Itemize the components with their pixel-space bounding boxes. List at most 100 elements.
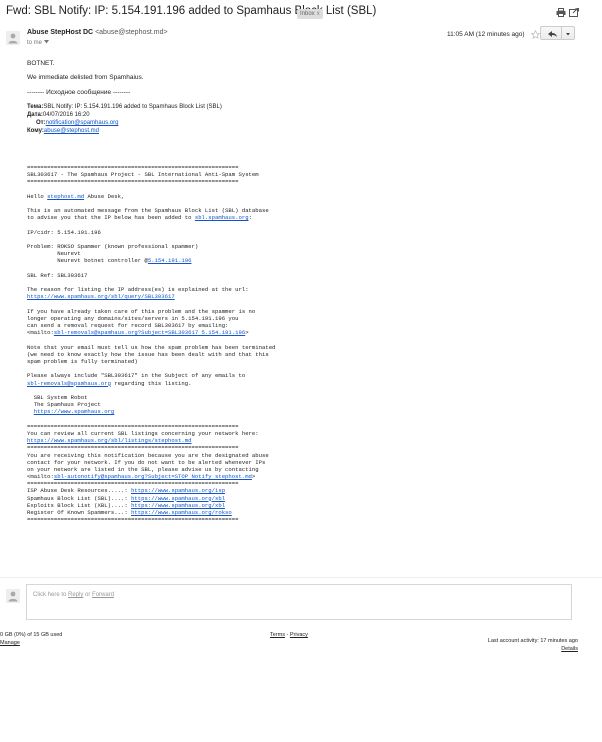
report-text: ========================================…: [27, 444, 239, 452]
report-text: You can review all current SBL listings …: [27, 429, 259, 437]
report-text: Neurevt: [27, 250, 81, 258]
privacy-link[interactable]: Privacy: [290, 632, 308, 638]
report-line: [27, 200, 327, 207]
chevron-down-icon: [566, 33, 570, 36]
forwarded-to-link[interactable]: abuse@stephost.md: [44, 128, 99, 134]
report-link[interactable]: sbl-autonotify@spamhaus.org?Subject=STOP…: [54, 473, 252, 480]
report-line: Problem: ROKSO Spammer (known profession…: [27, 243, 327, 250]
person-icon: [8, 33, 18, 44]
report-line: <mailto:sbl-autonotify@spamhaus.org?Subj…: [27, 473, 327, 480]
report-text: Spamhaus Block List (SBL)....:: [27, 494, 132, 502]
report-line: Register Of Known Spammers...: https://w…: [27, 509, 327, 516]
report-text: longer operating any domains/sites/serve…: [27, 314, 239, 322]
report-link[interactable]: sbl-removals@spamhaus.org: [27, 380, 111, 387]
report-text: Exploits Block List (XBL)....:: [27, 501, 132, 509]
forwarded-subject-label: Тема:: [27, 104, 44, 110]
report-line: You can review all current SBL listings …: [27, 430, 327, 437]
report-link[interactable]: https://www.spamhaus.org/xbl: [131, 502, 225, 509]
spamhaus-report: ========================================…: [27, 164, 327, 523]
report-text: to advise you that the IP below has been…: [27, 214, 195, 222]
more-actions-button[interactable]: [561, 26, 575, 40]
reply-link[interactable]: Reply: [68, 592, 83, 598]
report-link[interactable]: https://www.spamhaus.org/rokso: [131, 509, 232, 516]
report-text: This is an automated message from the Sp…: [27, 207, 269, 215]
report-text: >: [245, 329, 249, 337]
details-caret-icon[interactable]: [43, 40, 49, 44]
forward-link[interactable]: Forward: [92, 592, 114, 598]
intro-line: We immediate delisted from Spamhaius.: [27, 74, 144, 81]
forwarded-from-line: От:notification@spamhaus.org: [36, 120, 118, 126]
report-line: Spamhaus Block List (SBL)....: https://w…: [27, 495, 327, 502]
report-text: ========================================…: [27, 164, 239, 171]
reply-hint-prefix: Click here to: [33, 592, 69, 598]
report-line: This is an automated message from the Sp…: [27, 207, 327, 214]
reply-arrow-icon: [548, 31, 557, 37]
report-text: Note that your email must tell us how th…: [27, 343, 276, 351]
divider: [0, 577, 602, 578]
report-link[interactable]: https://www.spamhaus.org/isp: [131, 487, 225, 494]
remove-label-icon[interactable]: x: [317, 11, 320, 17]
forwarded-from-link[interactable]: notification@spamhaus.org: [46, 120, 119, 126]
report-link[interactable]: sbl-removals@spamhaus.org?Subject=SBL303…: [54, 329, 245, 336]
report-text: SBL303617 - The Spamhaus Project - SBL I…: [27, 171, 259, 179]
forwarded-date: 04/07/2016 16:20: [42, 112, 90, 118]
sender[interactable]: Abuse StepHost DC <abuse@stephost.md>: [27, 29, 168, 36]
report-text: SBL Ref: SBL303617: [27, 271, 88, 279]
report-line: [27, 265, 327, 272]
report-line: [27, 416, 327, 423]
report-text: The reason for listing the IP address(es…: [27, 286, 249, 294]
reply-avatar: [6, 589, 20, 603]
report-text: <mailto:: [27, 329, 54, 337]
terms-link[interactable]: Terms: [270, 632, 285, 638]
report-link[interactable]: stephost.md: [47, 193, 84, 200]
manage-storage-link[interactable]: Manage: [0, 640, 20, 646]
report-link[interactable]: 5.154.191.196: [148, 257, 192, 264]
report-text: contact for your network. If you do not …: [27, 458, 266, 466]
report-link[interactable]: sbl.spamhaus.org: [195, 214, 249, 221]
report-line: ========================================…: [27, 444, 327, 451]
activity-details-link[interactable]: Details: [561, 646, 578, 652]
report-line: on your network are listed in the SBL, p…: [27, 466, 327, 473]
report-text: >: [251, 473, 256, 481]
reply-button[interactable]: [540, 26, 562, 40]
report-line: If you have already taken care of this p…: [27, 308, 327, 315]
new-window-icon[interactable]: [569, 8, 579, 17]
report-link[interactable]: https://www.spamhaus.org: [34, 408, 115, 415]
report-line: [27, 337, 327, 344]
report-link[interactable]: https://www.spamhaus.org/sbl/query/SBL30…: [27, 293, 175, 300]
report-line: ========================================…: [27, 480, 327, 487]
inbox-label[interactable]: Inbox x: [297, 9, 323, 19]
report-line: [27, 236, 327, 243]
report-line: [27, 365, 327, 372]
report-line: ISP Abuse Desk Resources.....: https://w…: [27, 487, 327, 494]
quick-reply-box[interactable]: Click here to Reply or Forward: [26, 584, 572, 620]
forwarded-subject: SBL Notify: IP: 5.154.191.196 added to S…: [43, 104, 222, 110]
to-me-text: to me: [27, 40, 43, 46]
report-text: :: [248, 214, 252, 222]
report-line: <mailto:sbl-removals@spamhaus.org?Subjec…: [27, 329, 327, 336]
star-icon[interactable]: [531, 30, 540, 39]
report-text: If you have already taken care of this p…: [27, 307, 256, 315]
print-icon[interactable]: [556, 8, 566, 17]
report-text: (we need to know exactly how the issue h…: [27, 350, 269, 358]
report-text: Please always include "SBL303617" in the…: [27, 372, 246, 380]
report-line: SBL303617 - The Spamhaus Project - SBL I…: [27, 171, 327, 178]
report-line: Note that your email must tell us how th…: [27, 344, 327, 351]
sender-avatar: [6, 31, 20, 45]
report-line: Please always include "SBL303617" in the…: [27, 372, 327, 379]
report-text: SBL System Robot: [27, 394, 88, 401]
report-link[interactable]: https://www.spamhaus.org/sbl/listings/st…: [27, 437, 191, 444]
report-text: ========================================…: [27, 480, 239, 488]
report-line: [27, 186, 327, 193]
reply-hint-or: or: [83, 592, 93, 598]
report-line: longer operating any domains/sites/serve…: [27, 315, 327, 322]
report-text: can send a removal request for record SB…: [27, 322, 229, 330]
recipient-details[interactable]: to me: [27, 40, 49, 46]
report-line: The Spamhaus Project: [27, 401, 327, 408]
report-link[interactable]: https://www.spamhaus.org/sbl: [131, 495, 225, 502]
report-text: Hello: [27, 192, 48, 200]
forwarded-to-label: Кому:: [27, 128, 44, 134]
forwarded-to-line: Кому:abuse@stephost.md: [27, 128, 99, 134]
report-text: Neurevt botnet controller @: [27, 257, 148, 265]
report-text: Abuse Desk,: [84, 192, 125, 200]
